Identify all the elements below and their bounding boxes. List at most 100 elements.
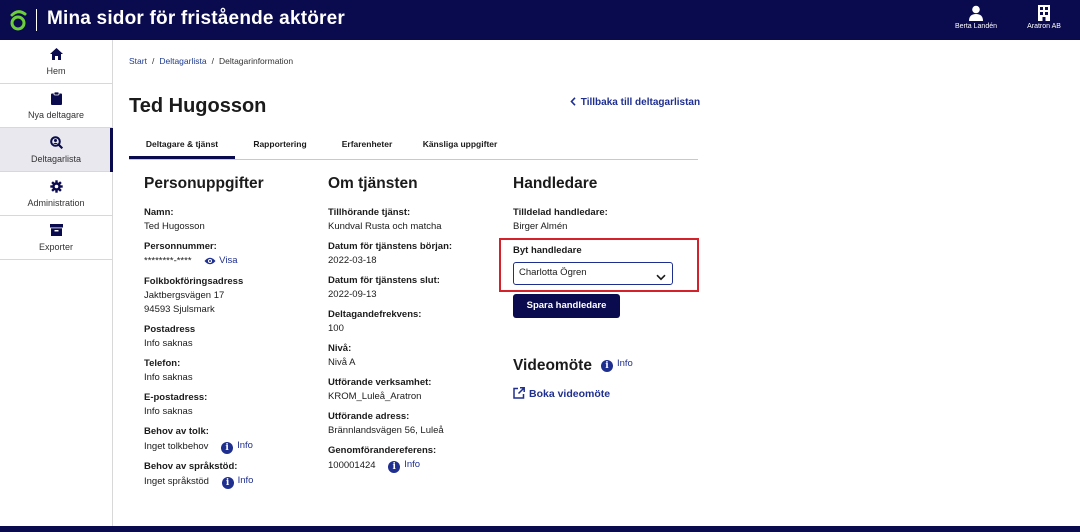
top-header: Mina sidor för fristående aktörer Berta …: [0, 0, 1080, 40]
sidebar-item-exports[interactable]: Exporter: [0, 216, 112, 260]
language-support-value: Inget språkstöd: [144, 475, 209, 487]
service-value: Kundval Rusta och matcha: [328, 221, 442, 232]
phone-value: Info saknas: [144, 371, 193, 383]
breadcrumb-list-link[interactable]: Deltagarlista: [159, 56, 206, 66]
reference-value: 100001424: [328, 460, 376, 472]
header-divider: [36, 9, 37, 31]
assigned-supervisor-label: Tilldelad handledare:: [513, 207, 608, 218]
start-date-value: 2022-03-18: [328, 255, 377, 266]
personal-details-heading: Personuppgifter: [144, 175, 264, 192]
external-link-icon: [513, 387, 525, 399]
service-address-field: Utförande adress: Brännlandsvägen 56, Lu…: [328, 410, 452, 438]
video-meeting-heading: Videomöte: [513, 357, 592, 374]
user-name: Berta Landén: [954, 23, 998, 30]
change-supervisor-highlight: Byt handledare Charlotta Ögren: [499, 238, 699, 292]
service-field: Tillhörande tjänst: Kundval Rusta och ma…: [328, 206, 452, 234]
supervisor-section: Handledare Tilldelad handledare: Birger …: [513, 175, 608, 240]
user-profile-button[interactable]: Berta Landén: [950, 5, 1002, 30]
end-date-value: 2022-09-13: [328, 289, 377, 300]
tab-participant-service[interactable]: Deltagare & tjänst: [129, 131, 235, 159]
end-date-label: Datum för tjänstens slut:: [328, 275, 440, 286]
service-label: Tillhörande tjänst:: [328, 207, 411, 218]
gear-icon: [0, 180, 112, 193]
breadcrumb-separator: /: [211, 56, 214, 66]
sidebar-item-new-participants[interactable]: Nya deltagare: [0, 84, 112, 128]
assigned-supervisor-field: Tilldelad handledare: Birger Almén: [513, 206, 608, 234]
service-heading: Om tjänsten: [328, 175, 418, 192]
organization-button[interactable]: Aratron AB: [1018, 5, 1070, 30]
address-line-2: 94593 Sjulsmark: [144, 303, 215, 315]
back-link-label: Tillbaka till deltagarlistan: [580, 97, 701, 108]
show-personal-number-button[interactable]: Visa: [204, 254, 237, 268]
info-label: Info: [617, 358, 633, 369]
language-support-info-button[interactable]: i Info: [221, 474, 254, 489]
home-icon: [0, 48, 112, 61]
back-to-list-link[interactable]: Tillbaka till deltagarlistan: [570, 97, 700, 108]
sidebar-item-label: Administration: [27, 198, 85, 208]
phone-field: Telefon: Info saknas: [144, 357, 264, 385]
registered-address-field: Folkbokföringsadress Jaktbergsvägen 17 9…: [144, 275, 264, 317]
book-video-meeting-link[interactable]: Boka videomöte: [513, 387, 610, 400]
save-supervisor-button[interactable]: Spara handledare: [513, 294, 620, 318]
postal-address-label: Postadress: [144, 323, 196, 335]
organization-field: Utförande verksamhet: KROM_Luleå_Aratron: [328, 376, 452, 404]
end-date-field: Datum för tjänstens slut: 2022-09-13: [328, 274, 452, 302]
interpreter-label: Behov av tolk:: [144, 425, 209, 437]
chevron-down-icon: [656, 269, 666, 289]
eye-icon: [204, 257, 216, 265]
search-person-icon: [0, 136, 112, 149]
sidebar: Hem Nya deltagare Deltagarlista Administ…: [0, 40, 113, 526]
app-logo-icon[interactable]: [8, 9, 28, 31]
interpreter-field: Behov av tolk: Inget tolkbehov i Info: [144, 425, 264, 454]
reference-label: Genomförandereferens:: [328, 445, 437, 456]
email-label: E-postadress:: [144, 391, 208, 403]
change-supervisor-label: Byt handledare: [513, 245, 582, 256]
breadcrumb-current: Deltagarinformation: [218, 56, 294, 66]
personal-number-field: Personnummer: ********-**** Visa: [144, 240, 264, 269]
sidebar-item-label: Nya deltagare: [27, 110, 85, 120]
app-title: Mina sidor för fristående aktörer: [47, 8, 346, 29]
info-icon: i: [221, 476, 234, 489]
clipboard-icon: [0, 92, 112, 105]
breadcrumb: Start / Deltagarlista / Deltagarinformation: [129, 56, 293, 66]
footer-bar: [0, 526, 1080, 532]
supervisor-select[interactable]: Charlotta Ögren: [513, 262, 673, 285]
sidebar-item-home[interactable]: Hem: [0, 40, 112, 84]
phone-label: Telefon:: [144, 357, 181, 369]
service-address-value: Brännlandsvägen 56, Luleå: [328, 425, 444, 436]
tab-sensitive-data[interactable]: Känsliga uppgifter: [420, 131, 500, 159]
personal-number-value: ********-****: [144, 255, 192, 267]
service-address-label: Utförande adress:: [328, 411, 410, 422]
reference-field: Genomförandereferens: 100001424 i Info: [328, 444, 452, 473]
breadcrumb-separator: /: [151, 56, 155, 66]
book-video-meeting-label: Boka videomöte: [529, 388, 611, 400]
tab-reporting[interactable]: Rapportering: [247, 131, 313, 159]
level-label: Nivå:: [328, 343, 352, 354]
sidebar-item-label: Exporter: [38, 242, 73, 252]
info-label: Info: [237, 439, 253, 451]
reference-info-button[interactable]: i Info: [388, 458, 420, 473]
organization-value: KROM_Luleå_Aratron: [328, 391, 422, 402]
sidebar-item-administration[interactable]: Administration: [0, 172, 112, 216]
tab-experiences[interactable]: Erfarenheter: [332, 131, 402, 159]
organization-name: Aratron AB: [1027, 23, 1061, 30]
name-value: Ted Hugosson: [144, 221, 205, 232]
personal-number-label: Personnummer:: [144, 241, 217, 252]
interpreter-info-button[interactable]: i Info: [221, 439, 253, 454]
assigned-supervisor-value: Birger Almén: [513, 221, 568, 232]
person-icon: [950, 5, 1002, 21]
video-meeting-info-button[interactable]: i Info: [601, 358, 633, 372]
info-label: Info: [237, 474, 254, 486]
email-value: Info saknas: [144, 405, 193, 417]
archive-icon: [0, 224, 112, 237]
breadcrumb-start-link[interactable]: Start: [129, 56, 147, 66]
sidebar-item-label: Hem: [46, 66, 66, 76]
frequency-field: Deltagandefrekvens: 100: [328, 308, 452, 336]
tab-bar: Deltagare & tjänst Rapportering Erfarenh…: [129, 131, 698, 160]
level-field: Nivå: Nivå A: [328, 342, 452, 370]
service-section: Om tjänsten Tillhörande tjänst: Kundval …: [328, 175, 452, 479]
name-label: Namn:: [144, 207, 174, 218]
interpreter-value: Inget tolkbehov: [144, 440, 209, 452]
sidebar-item-participant-list[interactable]: Deltagarlista: [0, 128, 113, 172]
info-icon: i: [221, 441, 234, 454]
